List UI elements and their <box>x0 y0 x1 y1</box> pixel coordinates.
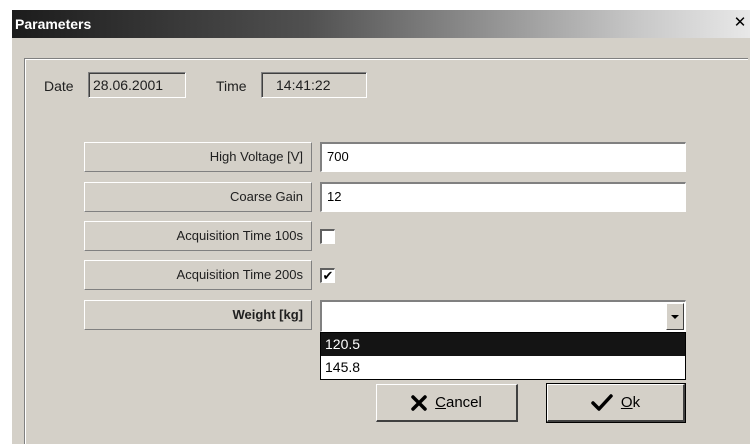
time-field: 14:41:22 <box>261 72 367 98</box>
dropdown-button[interactable] <box>666 303 684 330</box>
ok-button[interactable]: Ok <box>546 383 686 423</box>
acquisition-time-100s-checkbox[interactable] <box>320 229 335 244</box>
high-voltage-input[interactable]: 700 <box>320 142 686 172</box>
cancel-button[interactable]: Cancel <box>376 384 518 422</box>
date-field: 28.06.2001 <box>88 72 186 98</box>
coarse-gain-label: Coarse Gain <box>84 182 312 212</box>
acquisition-time-200s-checkbox[interactable]: ✔ <box>320 268 335 283</box>
high-voltage-label: High Voltage [V] <box>84 142 312 172</box>
window-title: Parameters <box>15 16 92 32</box>
weight-label: Weight [kg] <box>84 300 312 330</box>
date-label: Date <box>44 78 74 94</box>
acquisition-time-100s-label: Acquisition Time 100s <box>84 221 312 251</box>
parameters-dialog: Parameters ✕ Date 28.06.2001 Time 14:41:… <box>12 10 750 444</box>
close-icon[interactable]: ✕ <box>732 15 748 31</box>
dropdown-option-145-8[interactable]: 145.8 <box>321 356 685 379</box>
acquisition-time-200s-label: Acquisition Time 200s <box>84 260 312 290</box>
ok-label: Ok <box>620 394 641 411</box>
weight-dropdown-list: 120.5 145.8 <box>320 332 686 380</box>
x-icon <box>411 394 427 411</box>
checkmark-icon: ✔ <box>322 268 334 283</box>
dropdown-option-120-5[interactable]: 120.5 <box>321 333 685 356</box>
weight-combobox[interactable] <box>320 300 686 332</box>
coarse-gain-input[interactable]: 12 <box>320 182 686 212</box>
cancel-label: Cancel <box>435 394 482 411</box>
time-label: Time <box>216 78 247 94</box>
title-bar[interactable]: Parameters ✕ <box>12 10 750 38</box>
chevron-down-icon <box>671 315 679 319</box>
checkmark-icon <box>591 393 613 412</box>
